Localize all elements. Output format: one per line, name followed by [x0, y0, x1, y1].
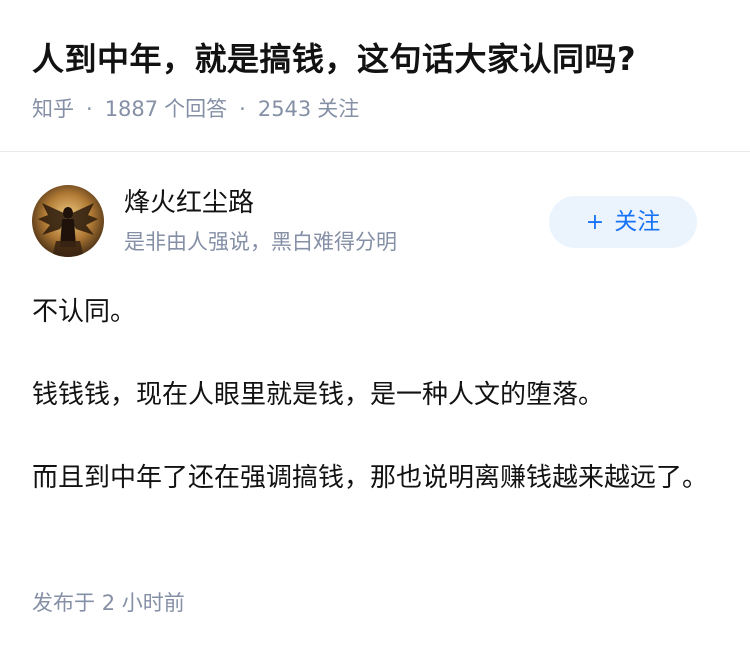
answers-label: 个回答 [164, 97, 228, 121]
author-bio: 是非由人强说，黑白难得分明 [124, 230, 397, 254]
posted-time-value: 2 小时前 [101, 591, 185, 615]
follow-button-label: 关注 [614, 209, 661, 235]
posted-time: 发布于 2 小时前 [32, 588, 185, 618]
meta-separator: · [239, 97, 246, 121]
source-label[interactable]: 知乎 [32, 97, 74, 121]
question-title[interactable]: 人到中年，就是搞钱，这句话大家认同吗? [32, 36, 636, 82]
answer-paragraph: 钱钱钱，现在人眼里就是钱，是一种人文的堕落。 [32, 380, 605, 410]
question-meta: 知乎 · 1887 个回答 · 2543 关注 [32, 94, 359, 124]
follow-button[interactable]: + 关注 [549, 196, 697, 248]
plus-icon: + [585, 210, 605, 235]
avatar[interactable] [32, 185, 104, 257]
meta-separator: · [86, 97, 93, 121]
answer-paragraph: 而且到中年了还在强调搞钱，那也说明离赚钱越来越远了。 [32, 463, 709, 493]
posted-label: 发布于 [32, 591, 95, 615]
winged-figure-avatar-icon [32, 185, 104, 257]
section-divider [0, 151, 750, 152]
author-name[interactable]: 烽火红尘路 [124, 185, 254, 221]
author-card: 烽火红尘路 是非由人强说，黑白难得分明 + 关注 [32, 185, 718, 259]
followers-label: 关注 [317, 97, 360, 121]
answers-count: 1887 [104, 97, 159, 121]
followers-count: 2543 [257, 97, 312, 121]
answer-paragraph: 不认同。 [32, 297, 137, 327]
